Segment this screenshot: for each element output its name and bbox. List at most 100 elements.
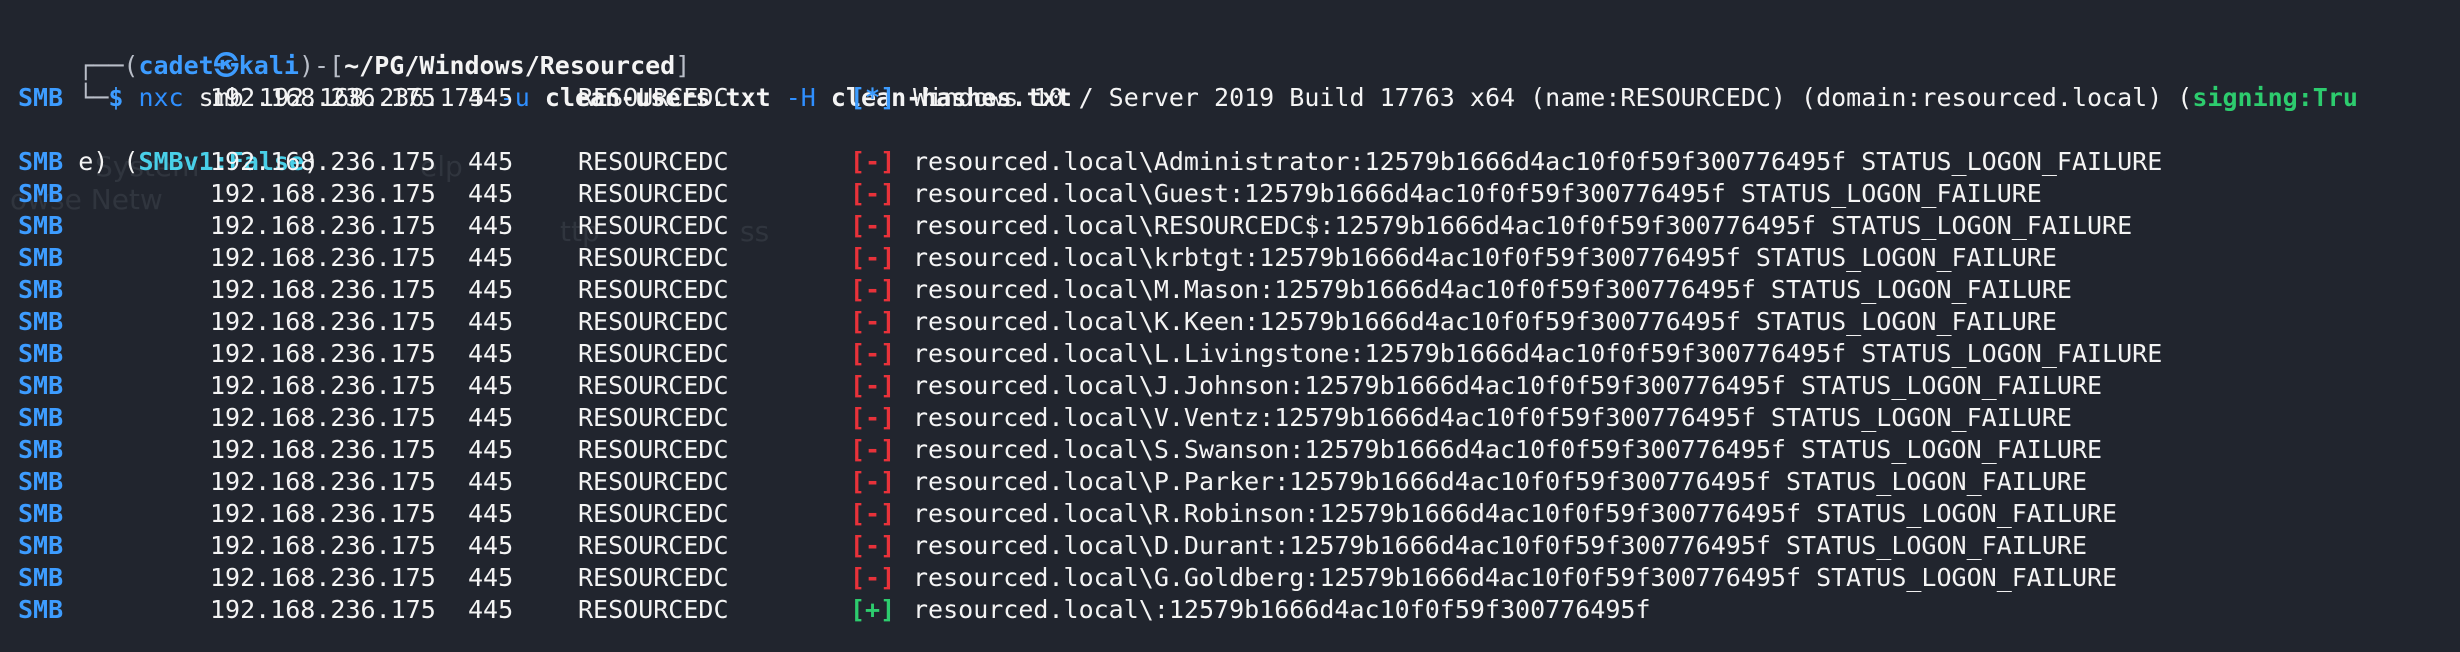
result-row: SMB 192.168.236.175 445 RESOURCEDC [-] resour… — [18, 370, 2458, 402]
output-hostname: RESOURCEDC — [578, 499, 729, 528]
output-hostname: RESOURCEDC — [578, 371, 729, 400]
output-port: 445 — [468, 275, 514, 304]
output-ip: 192.168.236.175 — [210, 179, 436, 208]
output-ip: 192.168.236.175 — [210, 595, 436, 624]
output-message: resourced.local\S.Swanson:12579b1666d4ac… — [913, 435, 2103, 464]
output-port: 445 — [468, 595, 514, 624]
output-ip: 192.168.236.175 — [210, 563, 436, 592]
status-marker-success: [+] — [850, 595, 896, 624]
output-protocol: SMB — [18, 179, 64, 208]
output-message: Windows 10 / Server 2019 Build 17763 x64… — [913, 82, 2358, 114]
status-marker-failure: [-] — [850, 307, 896, 336]
output-message: resourced.local\D.Durant:12579b1666d4ac1… — [913, 531, 2087, 560]
output-port: 445 — [468, 83, 514, 112]
output-hostname: RESOURCEDC — [578, 595, 729, 624]
status-marker-failure: [-] — [850, 403, 896, 432]
prompt-line: ┌──(cadet㉿kali)-[~/PG/Windows/Resourced] — [18, 18, 690, 80]
command-line[interactable]: └─$ nxc smb 192.168.236.175 -u clean-use… — [18, 50, 1072, 112]
output-message: resourced.local\J.Johnson:12579b1666d4ac… — [913, 371, 2103, 400]
signing-flag: signing:Tru — [2192, 83, 2358, 112]
output-message: resourced.local\K.Keen:12579b1666d4ac10f… — [913, 307, 2057, 336]
result-row: SMB 192.168.236.175 445 RESOURCEDC [+] resour… — [18, 594, 2458, 626]
result-row: SMB 192.168.236.175 445 RESOURCEDC [-] resour… — [18, 274, 2458, 306]
output-port: 445 — [468, 339, 514, 368]
output-ip: 192.168.236.175 — [210, 435, 436, 464]
output-port: 445 — [468, 467, 514, 496]
output-protocol: SMB — [18, 531, 64, 560]
output-hostname: RESOURCEDC — [578, 563, 729, 592]
status-marker-info: [*] — [850, 83, 896, 112]
output-hostname: RESOURCEDC — [578, 403, 729, 432]
output-info-wrap: e) (SMBv1:False) — [18, 114, 319, 176]
status-marker-failure: [-] — [850, 371, 896, 400]
output-message: resourced.local\R.Robinson:12579b1666d4a… — [913, 499, 2118, 528]
output-hostname: RESOURCEDC — [578, 275, 729, 304]
output-protocol: SMB — [18, 595, 64, 624]
output-protocol: SMB — [18, 83, 64, 112]
output-protocol: SMB — [18, 563, 64, 592]
output-ip: 192.168.236.175 — [210, 147, 436, 176]
result-row: SMB 192.168.236.175 445 RESOURCEDC [-] resour… — [18, 210, 2458, 242]
result-row: SMB 192.168.236.175 445 RESOURCEDC [-] resour… — [18, 562, 2458, 594]
status-marker-failure: [-] — [850, 243, 896, 272]
output-hostname: RESOURCEDC — [578, 435, 729, 464]
status-marker-failure: [-] — [850, 179, 896, 208]
output-message: resourced.local\Administrator:12579b1666… — [913, 147, 2163, 176]
output-ip: 192.168.236.175 — [210, 339, 436, 368]
output-hostname: RESOURCEDC — [578, 147, 729, 176]
output-ip: 192.168.236.175 — [210, 403, 436, 432]
output-hostname: RESOURCEDC — [578, 211, 729, 240]
result-row: SMB 192.168.236.175 445 RESOURCEDC [-] resour… — [18, 530, 2458, 562]
output-hostname: RESOURCEDC — [578, 307, 729, 336]
output-protocol: SMB — [18, 403, 64, 432]
output-port: 445 — [468, 499, 514, 528]
output-ip: 192.168.236.175 — [210, 499, 436, 528]
output-protocol: SMB — [18, 499, 64, 528]
output-hostname: RESOURCEDC — [578, 339, 729, 368]
output-port: 445 — [468, 531, 514, 560]
output-ip: 192.168.236.175 — [210, 243, 436, 272]
status-marker-failure: [-] — [850, 563, 896, 592]
output-ip: 192.168.236.175 — [210, 531, 436, 560]
output-protocol: SMB — [18, 339, 64, 368]
output-port: 445 — [468, 307, 514, 336]
output-message: resourced.local\P.Parker:12579b1666d4ac1… — [913, 467, 2087, 496]
result-row: SMB 192.168.236.175 445 RESOURCEDC [-] resour… — [18, 146, 2458, 178]
output-hostname: RESOURCEDC — [578, 83, 729, 112]
output-message: resourced.local\RESOURCEDC$:12579b1666d4… — [913, 211, 2133, 240]
result-row: SMB 192.168.236.175 445 RESOURCEDC [-] resour… — [18, 466, 2458, 498]
output-ip: 192.168.236.175 — [210, 275, 436, 304]
result-row: SMB 192.168.236.175 445 RESOURCEDC [-] resour… — [18, 338, 2458, 370]
result-row: SMB 192.168.236.175 445 RESOURCEDC [-] resour… — [18, 242, 2458, 274]
output-protocol: SMB — [18, 275, 64, 304]
output-hostname: RESOURCEDC — [578, 243, 729, 272]
output-protocol: SMB — [18, 467, 64, 496]
output-port: 445 — [468, 563, 514, 592]
result-row: SMB 192.168.236.175 445 RESOURCEDC [-] resour… — [18, 178, 2458, 210]
output-ip: 192.168.236.175 — [210, 307, 436, 336]
output-hostname: RESOURCEDC — [578, 179, 729, 208]
output-port: 445 — [468, 147, 514, 176]
output-info-line: SMB 192.168.236.175 445 RESOURCEDC [*] W… — [18, 82, 2458, 114]
output-port: 445 — [468, 179, 514, 208]
status-marker-failure: [-] — [850, 339, 896, 368]
result-row: SMB 192.168.236.175 445 RESOURCEDC [-] resour… — [18, 434, 2458, 466]
status-marker-failure: [-] — [850, 147, 896, 176]
output-ip: 192.168.236.175 — [210, 211, 436, 240]
output-protocol: SMB — [18, 147, 64, 176]
status-marker-failure: [-] — [850, 499, 896, 528]
output-port: 445 — [468, 371, 514, 400]
status-marker-failure: [-] — [850, 211, 896, 240]
output-message: resourced.local\L.Livingstone:12579b1666… — [913, 339, 2163, 368]
output-protocol: SMB — [18, 435, 64, 464]
output-port: 445 — [468, 243, 514, 272]
result-row: SMB 192.168.236.175 445 RESOURCEDC [-] resour… — [18, 402, 2458, 434]
status-marker-failure: [-] — [850, 435, 896, 464]
output-protocol: SMB — [18, 243, 64, 272]
output-protocol: SMB — [18, 307, 64, 336]
result-row: SMB 192.168.236.175 445 RESOURCEDC [-] resour… — [18, 306, 2458, 338]
terminal-window[interactable]: System owse Netw elp ttp ss ┌──(cadet㉿ka… — [0, 0, 2460, 652]
output-hostname: RESOURCEDC — [578, 531, 729, 560]
output-message: resourced.local\G.Goldberg:12579b1666d4a… — [913, 563, 2118, 592]
output-message: resourced.local\:12579b1666d4ac10f0f59f3… — [913, 595, 1651, 624]
